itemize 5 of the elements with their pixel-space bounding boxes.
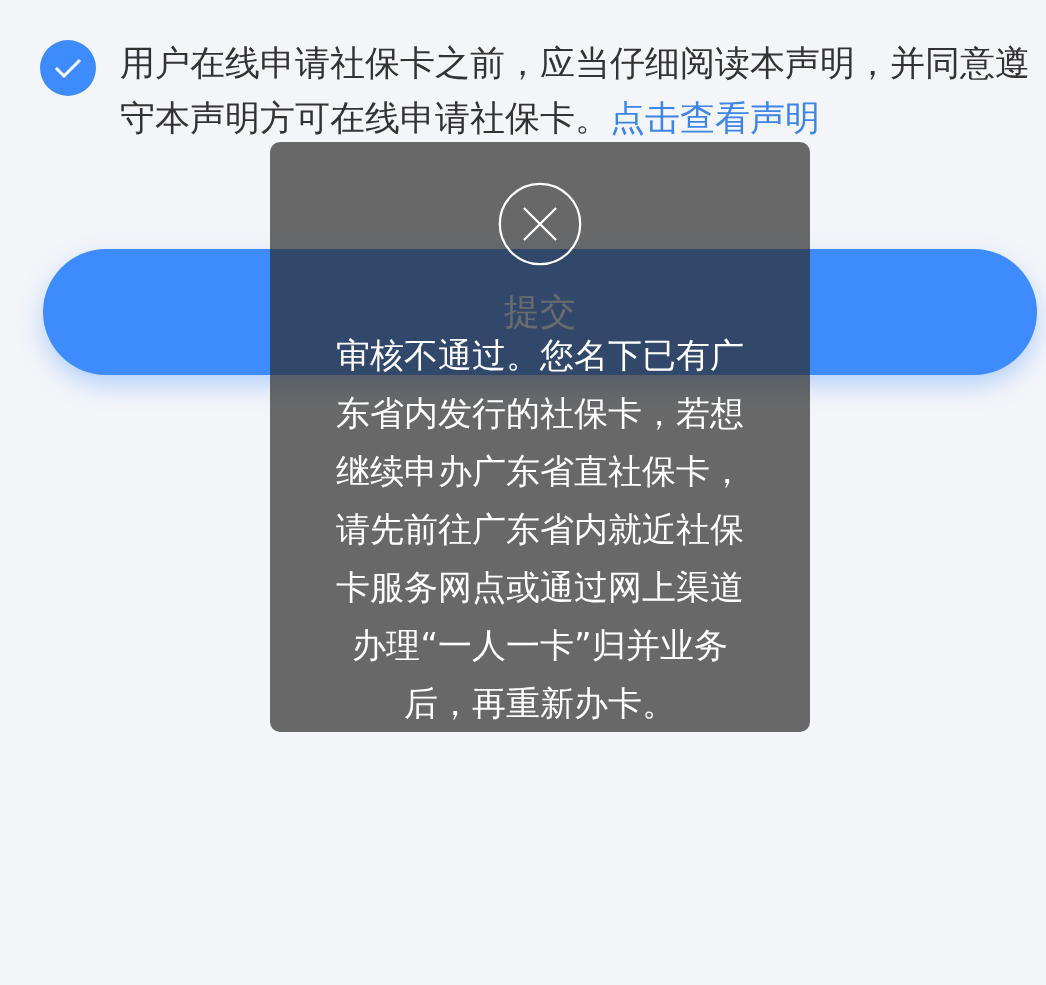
statement-text: 用户在线申请社保卡之前，应当仔细阅读本声明，并同意遵守本声明方可在线申请社保卡。点击查看声明: [120, 42, 1031, 140]
checkbox[interactable]: [40, 40, 96, 96]
check-icon: [53, 57, 83, 79]
view-statement-link[interactable]: 点击查看声明: [610, 98, 820, 138]
error-message: 审核不通过。您名下已有广东省内发行的社保卡，若想继续申办广东省直社保卡，请先前往广东省内就近社保卡服务网点或通过网上渠道办理“一人一卡”归并业务后，再重新办卡。: [335, 334, 745, 725]
